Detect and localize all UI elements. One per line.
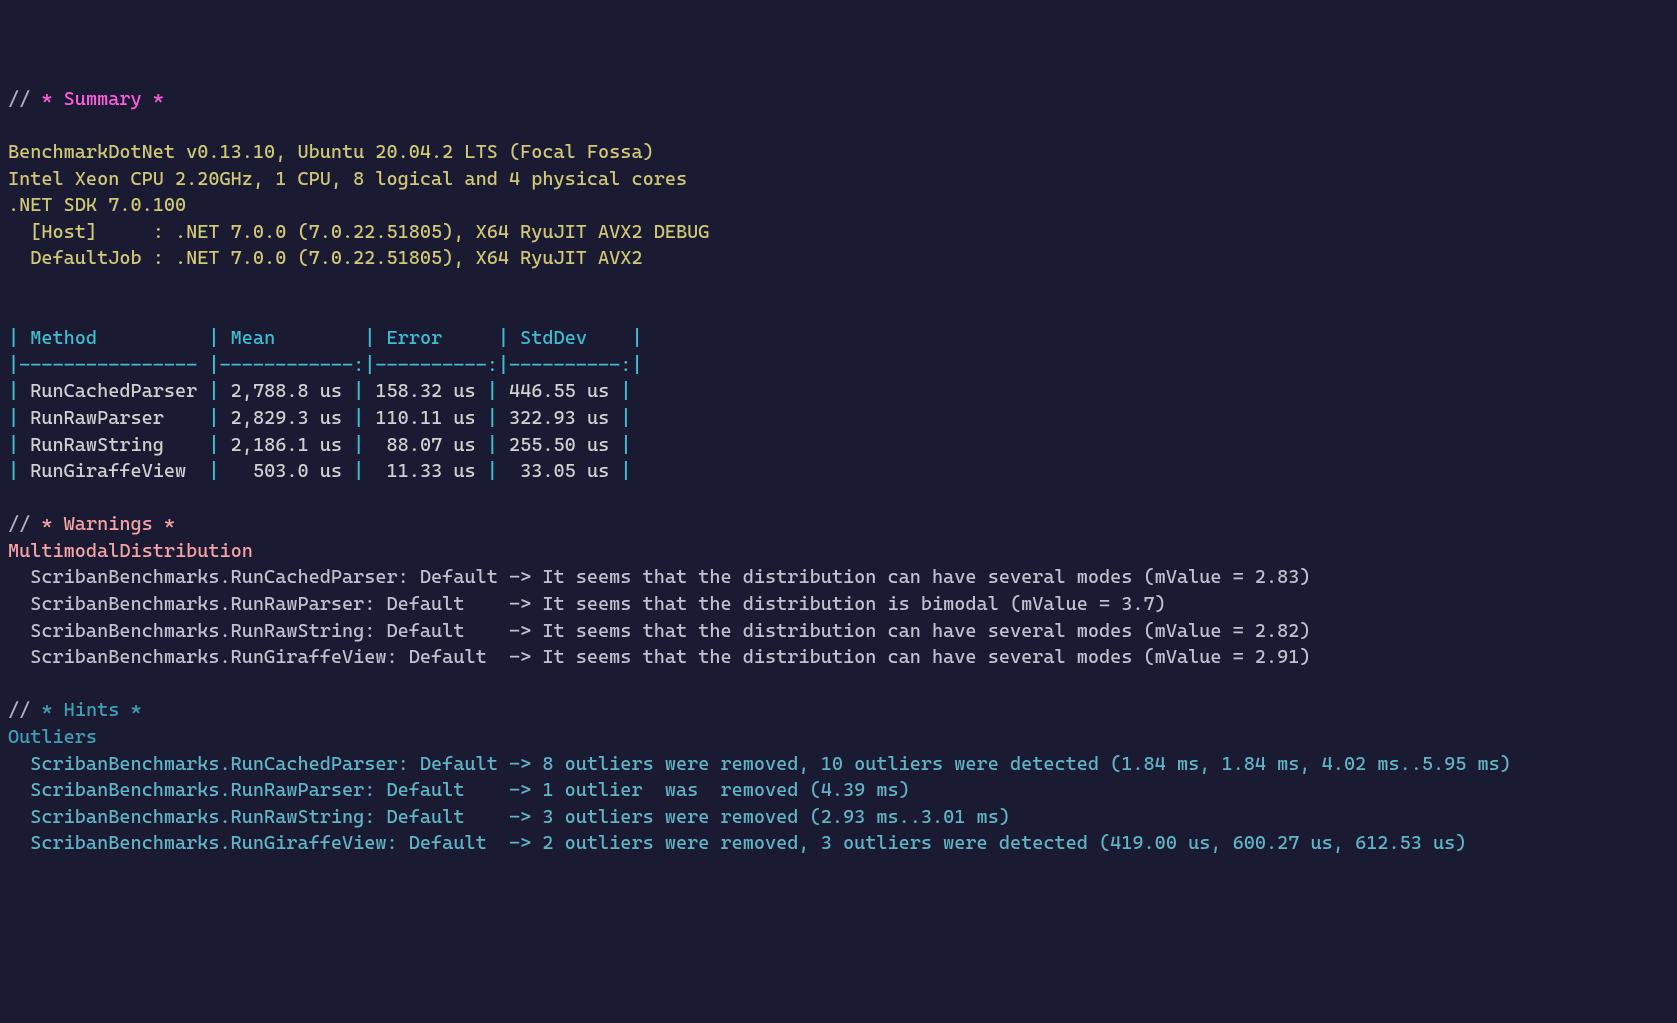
warnings-title: * Warnings * (41, 513, 175, 535)
row1-stddev: 322.93 us (509, 407, 609, 429)
row0-method: RunCachedParser (30, 380, 197, 402)
warn-line-0: ScribanBenchmarks.RunCachedParser: Defau… (8, 566, 1311, 588)
hints-subhead: Outliers (8, 726, 97, 748)
warn-line-1: ScribanBenchmarks.RunRawParser: Default … (8, 593, 1166, 615)
row0-mean: 2,788.8 us (231, 380, 342, 402)
row1-mean: 2,829.3 us (231, 407, 342, 429)
row3-error: 11.33 us (375, 460, 475, 482)
row2-stddev: 255.50 us (509, 434, 609, 456)
col-mean: Mean (231, 327, 353, 349)
col-stddev: StdDev (520, 327, 620, 349)
hints-title: * Hints * (41, 699, 141, 721)
row3-mean: 503.0 us (231, 460, 342, 482)
benchmark-terminal-output: // * Summary * BenchmarkDotNet v0.13.10,… (0, 53, 1677, 863)
summary-title: * Summary * (41, 88, 163, 110)
warn-line-3: ScribanBenchmarks.RunGiraffeView: Defaul… (8, 646, 1311, 668)
row2-mean: 2,186.1 us (231, 434, 342, 456)
row0-stddev: 446.55 us (509, 380, 609, 402)
summary-comment-slash: // (8, 88, 41, 110)
row2-error: 88.07 us (375, 434, 475, 456)
env-line-4: [Host] : .NET 7.0.0 (7.0.22.51805), X64 … (8, 221, 709, 243)
hint-line-3: ScribanBenchmarks.RunGiraffeView: Defaul… (8, 832, 1466, 854)
row1-method: RunRawParser (30, 407, 197, 429)
row0-error: 158.32 us (375, 380, 475, 402)
row1-error: 110.11 us (375, 407, 475, 429)
row3-stddev: 33.05 us (509, 460, 609, 482)
row2-method: RunRawString (30, 434, 197, 456)
env-line-1: BenchmarkDotNet v0.13.10, Ubuntu 20.04.2… (8, 141, 654, 163)
col-error: Error (387, 327, 487, 349)
env-line-2: Intel Xeon CPU 2.20GHz, 1 CPU, 8 logical… (8, 168, 687, 190)
table-separator: |---------------- |------------:|-------… (8, 354, 643, 376)
warn-line-2: ScribanBenchmarks.RunRawString: Default … (8, 620, 1311, 642)
hint-line-0: ScribanBenchmarks.RunCachedParser: Defau… (8, 753, 1511, 775)
col-method: Method (30, 327, 197, 349)
row3-method: RunGiraffeView (30, 460, 197, 482)
warnings-subhead: MultimodalDistribution (8, 540, 253, 562)
hint-line-2: ScribanBenchmarks.RunRawString: Default … (8, 806, 1010, 828)
env-line-3: .NET SDK 7.0.100 (8, 194, 186, 216)
hint-line-1: ScribanBenchmarks.RunRawParser: Default … (8, 779, 910, 801)
env-line-5: DefaultJob : .NET 7.0.0 (7.0.22.51805), … (8, 247, 643, 269)
